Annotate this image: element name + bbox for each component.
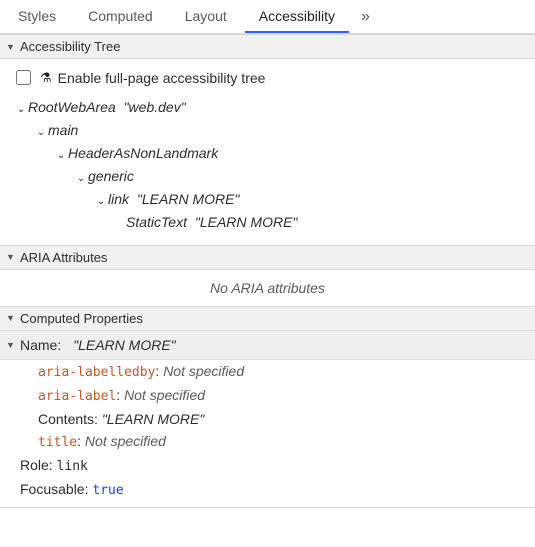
tab-layout[interactable]: Layout <box>171 0 241 33</box>
tree-node-generic[interactable]: ⌄ generic <box>8 165 527 188</box>
expand-icon[interactable]: ⌄ <box>96 194 106 211</box>
role-label: Role: <box>20 457 53 473</box>
tree-role: link <box>108 188 129 211</box>
computed-focusable-row: Focusable: true <box>0 478 535 502</box>
name-source-label: aria-label: Not specified <box>0 384 535 408</box>
aria-empty-message: No ARIA attributes <box>0 270 535 306</box>
tree-name: "web.dev" <box>124 96 186 119</box>
attr-name: Contents: <box>38 411 98 427</box>
expand-icon[interactable]: ⌄ <box>76 171 86 188</box>
expand-icon[interactable]: ⌄ <box>36 125 46 142</box>
name-source-labelledby: aria-labelledby: Not specified <box>0 360 535 384</box>
disclosure-triangle-icon: ▼ <box>6 313 16 323</box>
section-header-aria-attributes[interactable]: ▼ ARIA Attributes <box>0 245 535 270</box>
disclosure-triangle-icon: ▼ <box>6 252 16 262</box>
section-header-accessibility-tree[interactable]: ▼ Accessibility Tree <box>0 34 535 59</box>
tree-node-main[interactable]: ⌄ main <box>8 119 527 142</box>
enable-fullpage-row: ⚗ Enable full-page accessibility tree <box>8 65 527 96</box>
computed-properties-body: ▼ Name: "LEARN MORE" aria-labelledby: No… <box>0 331 535 502</box>
attr-value: "LEARN MORE" <box>102 411 205 427</box>
disclosure-triangle-icon: ▼ <box>6 338 16 352</box>
tree-role: HeaderAsNonLandmark <box>68 142 218 165</box>
attr-name: aria-labelledby <box>38 365 155 380</box>
name-value: "LEARN MORE" <box>73 334 176 356</box>
focusable-value: true <box>92 483 123 498</box>
section-title: ARIA Attributes <box>20 250 107 265</box>
section-title: Computed Properties <box>20 311 143 326</box>
disclosure-triangle-icon: ▼ <box>6 42 16 52</box>
expand-icon[interactable]: ⌄ <box>16 102 26 119</box>
enable-fullpage-label: Enable full-page accessibility tree <box>58 70 266 86</box>
expand-icon[interactable]: ⌄ <box>56 148 66 165</box>
accessibility-tree: ⌄ RootWebArea "web.dev" ⌄ main ⌄ HeaderA… <box>8 96 527 235</box>
computed-role-row: Role: link <box>0 454 535 478</box>
attr-value: Not specified <box>85 433 166 449</box>
attr-name: aria-label <box>38 389 116 404</box>
tab-accessibility[interactable]: Accessibility <box>245 0 349 33</box>
role-value: link <box>57 459 88 474</box>
tree-node-statictext[interactable]: StaticText "LEARN MORE" <box>8 211 527 234</box>
devtools-tabbar: Styles Computed Layout Accessibility » <box>0 0 535 34</box>
tree-role: main <box>48 119 78 142</box>
name-source-title: title: Not specified <box>0 430 535 454</box>
tree-role: StaticText <box>126 211 187 234</box>
tabs-overflow-icon[interactable]: » <box>353 2 377 32</box>
attr-value: Not specified <box>124 387 205 403</box>
focusable-label: Focusable: <box>20 481 88 497</box>
experiment-icon: ⚗ <box>40 70 52 86</box>
computed-name-row[interactable]: ▼ Name: "LEARN MORE" <box>0 331 535 360</box>
panel-bottom-divider <box>0 507 535 508</box>
tree-role: generic <box>88 165 134 188</box>
tab-styles[interactable]: Styles <box>4 0 70 33</box>
section-header-computed-properties[interactable]: ▼ Computed Properties <box>0 306 535 331</box>
attr-name: title <box>38 435 77 450</box>
tree-name: "LEARN MORE" <box>137 188 240 211</box>
tree-node-header[interactable]: ⌄ HeaderAsNonLandmark <box>8 142 527 165</box>
enable-fullpage-checkbox[interactable] <box>16 70 31 85</box>
tree-role: RootWebArea <box>28 96 116 119</box>
attr-value: Not specified <box>163 363 244 379</box>
tab-computed[interactable]: Computed <box>74 0 167 33</box>
tree-name: "LEARN MORE" <box>195 211 298 234</box>
name-source-contents: Contents: "LEARN MORE" <box>0 408 535 430</box>
accessibility-tree-body: ⚗ Enable full-page accessibility tree ⌄ … <box>0 59 535 245</box>
tree-node-link[interactable]: ⌄ link "LEARN MORE" <box>8 188 527 211</box>
section-title: Accessibility Tree <box>20 39 120 54</box>
tree-node-rootwebarea[interactable]: ⌄ RootWebArea "web.dev" <box>8 96 527 119</box>
name-label: Name: <box>20 334 61 356</box>
